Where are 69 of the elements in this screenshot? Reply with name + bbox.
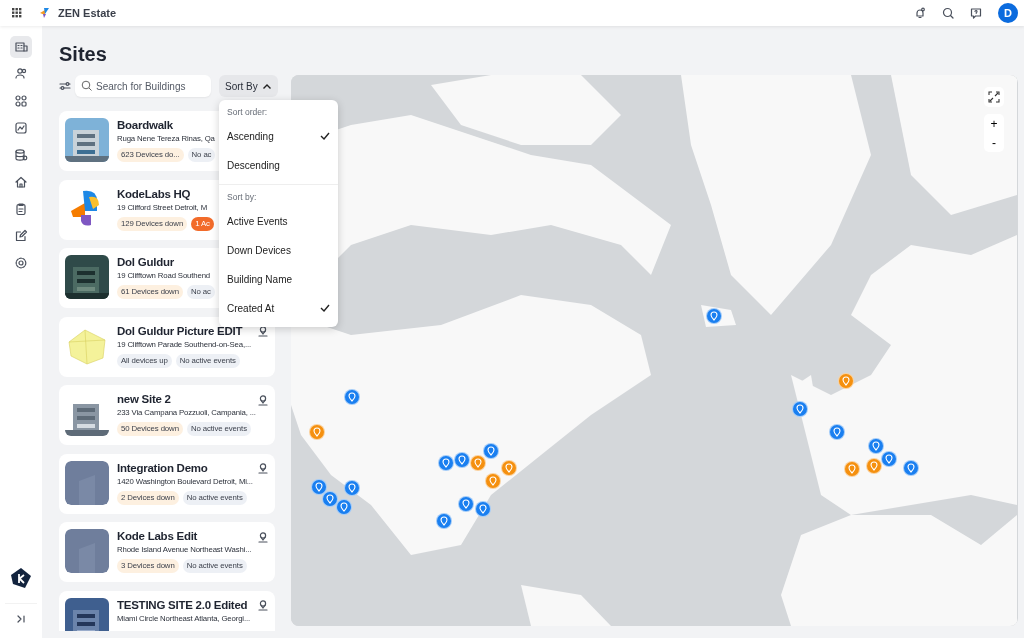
bell-icon[interactable]: [914, 7, 926, 19]
location-pin-icon[interactable]: [257, 393, 269, 406]
location-pin-icon[interactable]: [257, 462, 269, 474]
clipboard-icon: [14, 202, 28, 216]
pin-icon: [870, 461, 878, 471]
nav-rail-button[interactable]: [10, 36, 32, 58]
site-name: new Site 2: [117, 392, 171, 407]
collapse-sidebar-icon[interactable]: [16, 614, 26, 624]
app-name: ZEN Estate: [58, 5, 117, 21]
search-field[interactable]: Search for Buildings: [75, 75, 211, 97]
site-name: TESTING SITE 2.0 Edited: [117, 597, 248, 613]
pin-icon: [340, 502, 348, 512]
pin-icon: [848, 464, 856, 474]
pin-icon: [796, 404, 804, 414]
site-name: Integration Demo: [117, 460, 208, 476]
users-icon: [14, 67, 28, 81]
search-icon[interactable]: [942, 7, 954, 19]
user-avatar[interactable]: D: [998, 3, 1018, 23]
app-logo-icon: [38, 7, 50, 19]
pin-icon: [348, 392, 356, 402]
zoom-out-button[interactable]: -: [984, 133, 1004, 152]
pin-icon: [710, 311, 718, 321]
menu-heading: Sort by:: [226, 190, 258, 204]
settings-icon: [14, 256, 28, 270]
sliders-icon: [59, 80, 71, 92]
pin-icon: [315, 482, 323, 492]
apps-grid-icon[interactable]: [12, 8, 22, 18]
database-icon: [14, 148, 28, 162]
pin-icon: [440, 516, 448, 526]
pin-icon: [885, 454, 893, 464]
site-name: KodeLabs HQ: [117, 186, 191, 202]
location-pin-icon[interactable]: [257, 325, 269, 337]
building-placeholder-icon: [65, 460, 109, 505]
grid-icon: [14, 94, 28, 108]
page-title: Sites: [59, 42, 108, 67]
pin-icon: [872, 441, 880, 451]
home-icon: [14, 175, 28, 189]
pin-icon: [348, 483, 356, 493]
site-name: Dol Guldur Picture EDIT: [117, 323, 243, 339]
site-name: Dol Guldur: [117, 255, 174, 270]
building-placeholder-icon: [65, 529, 109, 573]
company-logo-icon: [10, 567, 32, 589]
location-pin-icon[interactable]: [257, 530, 269, 543]
pin-icon: [458, 455, 466, 465]
pin-icon: [505, 463, 513, 473]
pin-icon: [487, 446, 495, 456]
pin-icon: [326, 494, 334, 504]
site-name: Boardwalk: [117, 118, 173, 133]
pin-icon: [442, 458, 450, 468]
chevron-up-icon: [261, 82, 272, 90]
pin-icon: [833, 427, 841, 437]
site-name: Kode Labs Edit: [117, 529, 198, 544]
zoom-in-button[interactable]: +: [984, 114, 1004, 133]
fullscreen-icon: [988, 91, 1000, 103]
pin-icon: [479, 504, 487, 514]
pin-icon: [907, 463, 915, 473]
pin-icon: [462, 499, 470, 509]
location-pin-icon[interactable]: [257, 599, 269, 611]
search-icon: [81, 80, 92, 91]
building-icon: [14, 40, 28, 54]
pin-icon: [489, 476, 497, 486]
help-icon[interactable]: [970, 7, 982, 19]
sort-by-button[interactable]: Sort By: [219, 75, 278, 97]
fullscreen-button[interactable]: [984, 87, 1004, 107]
pin-icon: [842, 376, 850, 386]
edit-icon: [14, 229, 28, 243]
pin-icon: [474, 458, 482, 468]
chart-icon: [14, 121, 28, 135]
pin-icon: [313, 427, 321, 437]
